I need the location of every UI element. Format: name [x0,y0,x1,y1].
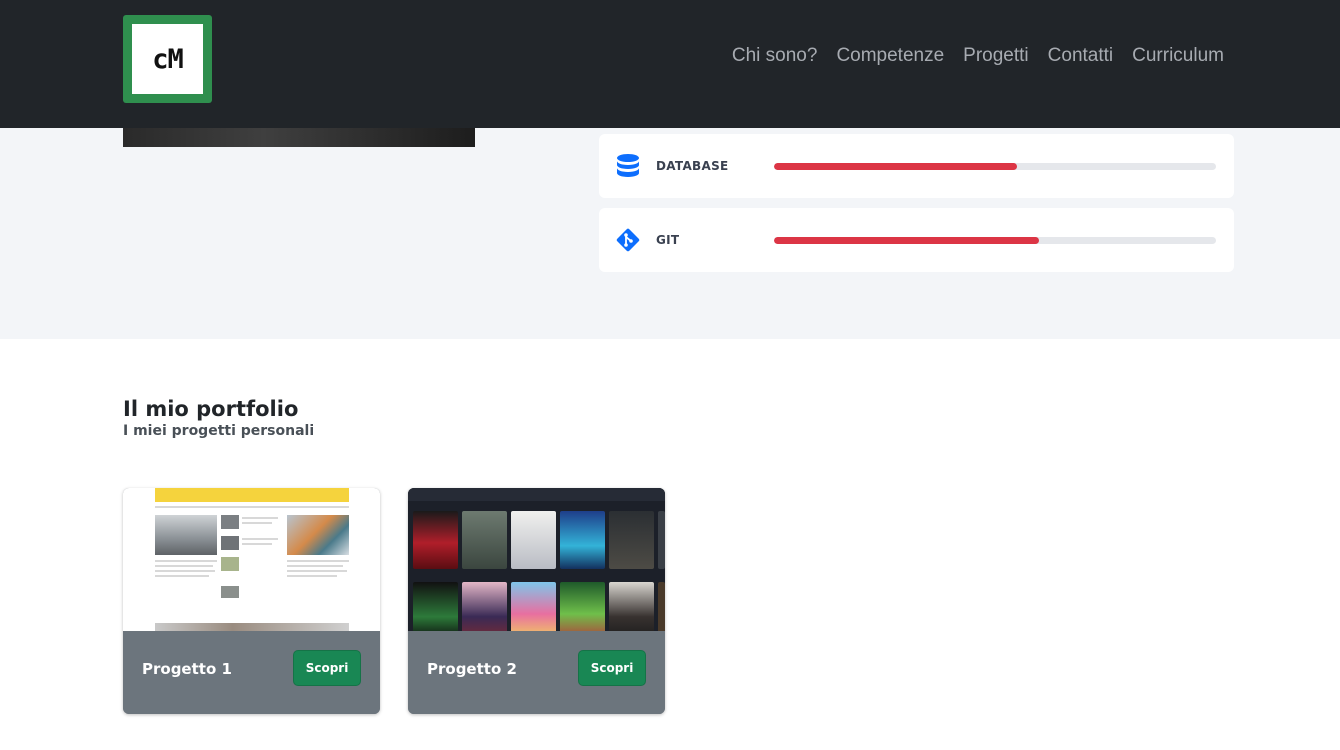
skill-label: GIT [656,233,680,247]
project-card-footer: Progetto 2 Scopri [408,631,665,714]
nav-link-curriculum[interactable]: Curriculum [1132,45,1224,67]
scopri-button[interactable]: Scopri [578,650,646,686]
project-title: Progetto 2 [427,660,517,678]
scopri-button[interactable]: Scopri [293,650,361,686]
database-icon [617,154,639,177]
navbar: cM Chi sono? Competenze Progetti Contatt… [0,0,1340,128]
nav-link-chi-sono[interactable]: Chi sono? [732,45,818,67]
skill-progress-bar [774,237,1216,244]
project-card-1: Progetto 1 Scopri [123,488,380,714]
project-card-footer: Progetto 1 Scopri [123,631,380,714]
skill-progress-fill [774,237,1040,244]
nav-link-progetti[interactable]: Progetti [963,45,1028,67]
skill-progress-bar [774,163,1216,170]
project-title: Progetto 1 [142,660,232,678]
skill-progress-fill [774,163,1018,170]
project-thumbnail [123,488,380,631]
skill-card-database: DATABASE [599,134,1234,198]
project-thumbnail [408,488,665,631]
logo-inner: cM [132,24,203,94]
git-icon [616,228,640,252]
skill-label: DATABASE [656,159,729,173]
site-logo[interactable]: cM [123,15,212,103]
nav-link-contatti[interactable]: Contatti [1048,45,1113,67]
project-card-2: Progetto 2 Scopri [408,488,665,714]
portfolio-subtitle: I miei progetti personali [123,423,315,439]
portfolio-title: Il mio portfolio [123,397,299,421]
skill-card-git: GIT [599,208,1234,272]
logo-text: cM [152,43,184,75]
nav-link-competenze[interactable]: Competenze [836,45,944,67]
nav-links: Chi sono? Competenze Progetti Contatti C… [713,45,1224,67]
